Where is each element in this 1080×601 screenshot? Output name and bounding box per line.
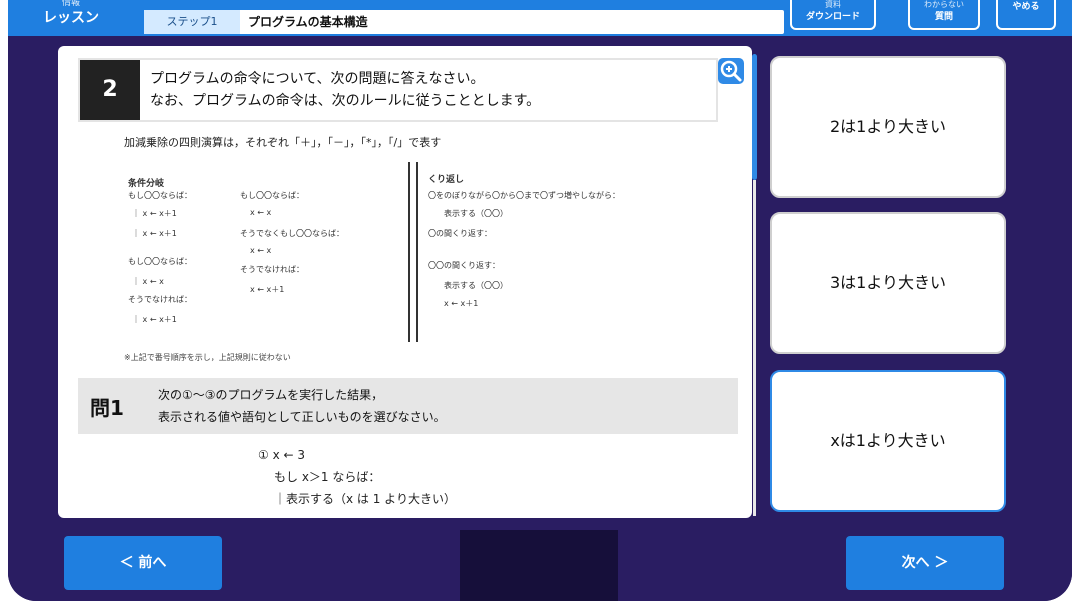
program-listing: ① x ← 3 もし x＞1 ならば： ｜表示する（x は 1 より大きい） [258,444,456,510]
rules-right-title: くり返し [428,175,465,185]
rules-mid-item: そうでなければ： [240,265,304,274]
answer-choice-1[interactable]: 2は1より大きい [770,56,1006,198]
next-button[interactable]: 次へ ＞ [846,536,1004,590]
question-header: 2 プログラムの命令について、次の問題に答えなさい。 なお、プログラムの命令は、… [78,58,718,122]
rules-left-item: ｜ x ← x＋1 [132,229,177,238]
question-panel[interactable]: 2 プログラムの命令について、次の問題に答えなさい。 なお、プログラムの命令は、… [58,46,752,518]
app-title-main: レッスン [43,10,99,26]
rules-left-title: 条件分岐 [128,179,165,189]
question-button-label: 質問 [934,12,953,22]
rules-note: ※上記で番号順序を示し，上記規則に従わない [124,353,291,362]
rules-right-item: 表示する（〇〇） [444,281,508,290]
rules-left-item: もし〇〇ならば： [128,257,192,266]
zoom-in-icon[interactable] [718,58,744,84]
question-button[interactable]: わからない 質問 [908,0,980,30]
rules-left-item: ｜ x ← x＋1 [132,315,177,324]
quit-button-label: やめる [1012,2,1040,12]
bottom-center-panel [460,530,618,601]
breadcrumb: ステップ1 プログラムの基本構造 [144,10,784,34]
rules-mid-item: そうでなくもし〇〇ならば： [240,229,344,238]
question-line-2: なお、プログラムの命令は、次のルールに従うこととします。 [150,93,541,109]
rules-left-item: ｜ x ← x [132,277,164,286]
download-button[interactable]: 資料 ダウンロード [790,0,876,30]
subquestion-text: 次の①〜③のプログラムを実行した結果， 表示される値や語句として正しいものを選び… [158,384,446,428]
answer-choice-2[interactable]: 3は1より大きい [770,212,1006,354]
rules-right-item: x ← x＋1 [444,299,479,308]
rules-mid-item: x ← x [250,208,272,217]
rules-mid-item: x ← x [250,246,272,255]
question-text: プログラムの命令について、次の問題に答えなさい。 なお、プログラムの命令は、次の… [150,68,540,112]
rules-mid-item: x ← x＋1 [250,285,285,294]
rules-mid-item: もし〇〇ならば： [240,191,304,200]
download-button-sub: 資料 [825,0,841,9]
top-bar: 情報 レッスン ステップ1 プログラムの基本構造 資料 ダウンロード わからない… [8,0,1072,36]
prev-button[interactable]: ＜ 前へ [64,536,222,590]
program-line: もし x＞1 ならば： [274,470,381,484]
breadcrumb-step: ステップ1 [144,10,240,34]
program-line: ① x ← 3 [258,448,305,462]
app-title: 情報 レッスン [16,0,126,36]
subquestion-header: 問1 次の①〜③のプログラムを実行した結果， 表示される値や語句として正しいもの… [78,378,738,434]
app-frame: 情報 レッスン ステップ1 プログラムの基本構造 資料 ダウンロード わからない… [8,0,1072,601]
scrollbar-track[interactable] [753,180,756,516]
page-title: プログラムの基本構造 [248,15,368,29]
question-button-sub: わからない [924,0,964,9]
rules-divider [408,162,418,342]
download-button-label: ダウンロード [805,12,860,22]
rules-right-item: 〇〇の間くり返す： [428,261,500,270]
scrollbar-thumb[interactable] [752,54,757,180]
program-line: ｜表示する（x は 1 より大きい） [274,492,456,506]
rules-header: 加減乗除の四則演算は，それぞれ「＋」，「－」，「*」，「/」で表す [124,136,442,149]
subquestion-line-1: 次の①〜③のプログラムを実行した結果， [158,388,384,402]
rules-left-item: もし〇〇ならば： [128,191,192,200]
answer-choice-3[interactable]: xは1より大きい [770,370,1006,512]
subquestion-line-2: 表示される値や語句として正しいものを選びなさい。 [158,410,446,424]
rules-left-item: そうでなければ： [128,295,192,304]
app-title-top: 情報 [61,0,80,8]
rules-right-item: 表示する（〇〇） [444,209,508,218]
rules-right-item: 〇をのぼりながら〇から〇まで〇ずつ増やしながら： [428,191,620,200]
subquestion-label: 問1 [90,396,124,420]
quit-button[interactable]: やめる [996,0,1056,30]
question-line-1: プログラムの命令について、次の問題に答えなさい。 [150,71,485,87]
rules-left-item: ｜ x ← x＋1 [132,209,177,218]
question-number: 2 [80,60,140,120]
rules-right-item: 〇の間くり返す： [428,229,492,238]
